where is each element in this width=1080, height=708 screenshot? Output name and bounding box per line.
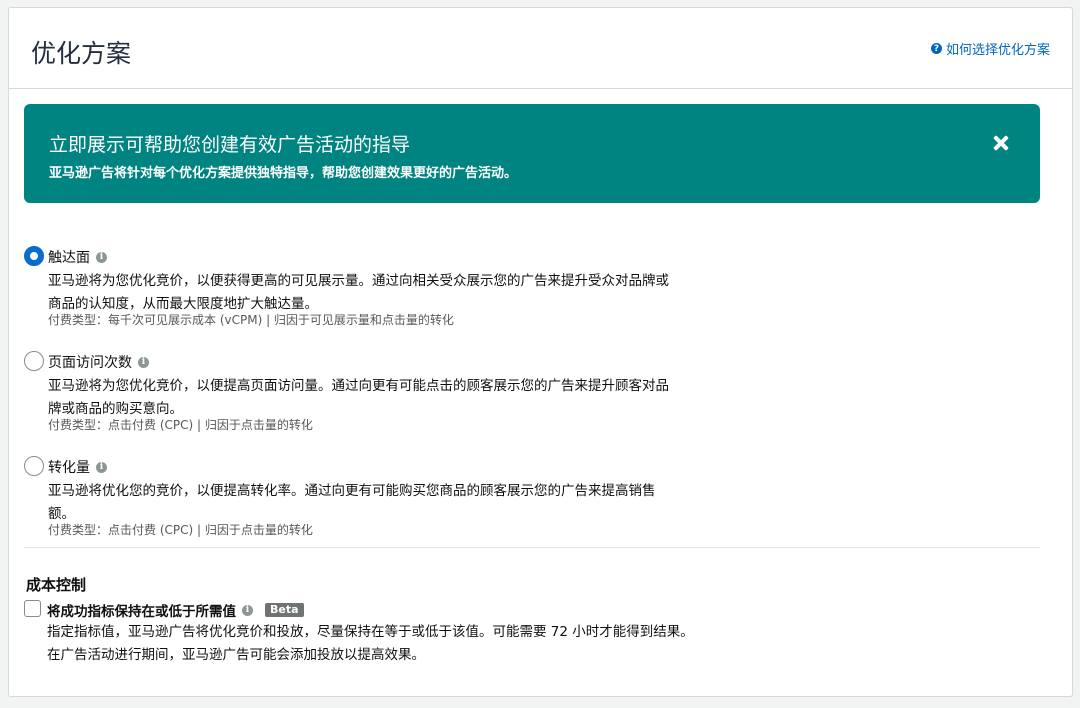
cost-control-title: 成本控制 (26, 576, 87, 594)
help-link-label: 如何选择优化方案 (945, 43, 1050, 58)
payment-type: 付费类型：每千次可见展示成本 (vCPM) | 归因于可见展示量和点击量的转化 (48, 313, 454, 327)
option-description: 亚马逊将为您优化竞价，以便获得更高的可见展示量。通过向相关受众展示您的广告来提升… (48, 270, 718, 316)
radio-page-visits[interactable] (24, 351, 44, 371)
desc-line: 亚马逊将为您优化竞价，以便提高页面访问量。通过向更有可能点击的顾客展示您的广告来… (48, 378, 669, 394)
desc-line: 在广告活动进行期间，亚马逊广告可能会添加投放以提高效果。 (47, 647, 425, 663)
option-title: 触达面 (48, 250, 90, 266)
payment-type: 付费类型：点击付费 (CPC) | 归因于点击量的转化 (48, 418, 313, 432)
page-title: 优化方案 (31, 39, 132, 68)
radio-conversions[interactable] (24, 456, 44, 476)
beta-badge: Beta (265, 603, 304, 617)
desc-line: 亚马逊将优化您的竞价，以便提高转化率。通过向更有可能购买您商品的顾客展示您的广告… (48, 483, 656, 499)
help-link[interactable]: ? 如何选择优化方案 (930, 39, 1050, 58)
payment-type: 付费类型：点击付费 (CPC) | 归因于点击量的转化 (48, 523, 313, 537)
option-title: 转化量 (48, 460, 90, 476)
guidance-banner: 立即展示可帮助您创建有效广告活动的指导 亚马逊广告将针对每个优化方案提供独特指导… (24, 104, 1040, 203)
info-icon[interactable]: i (96, 461, 107, 473)
question-circle-icon: ? (930, 43, 942, 54)
option-title: 页面访问次数 (48, 355, 132, 371)
info-icon[interactable]: i (96, 251, 107, 263)
desc-line: 指定指标值，亚马逊广告将优化竞价和投放，尽量保持在等于或低于该值。可能需要 72… (47, 624, 694, 640)
cost-control-label: 将成功指标保持在或低于所需值 i Beta (47, 600, 304, 620)
banner-subtitle: 亚马逊广告将针对每个优化方案提供独特指导，帮助您创建效果更好的广告活动。 (49, 166, 518, 181)
option-description: 亚马逊将为您优化竞价，以便提高页面访问量。通过向更有可能点击的顾客展示您的广告来… (48, 375, 718, 421)
info-icon[interactable]: i (138, 356, 149, 368)
banner-title: 立即展示可帮助您创建有效广告活动的指导 (49, 134, 411, 156)
info-icon[interactable]: i (242, 604, 253, 616)
desc-line: 亚马逊将为您优化竞价，以便获得更高的可见展示量。通过向相关受众展示您的广告来提升… (48, 273, 669, 289)
cost-control-description: 指定指标值，亚马逊广告将优化竞价和投放，尽量保持在等于或低于该值。可能需要 72… (47, 621, 807, 667)
close-icon[interactable] (992, 134, 1010, 152)
cost-control-checkbox[interactable] (24, 600, 41, 617)
divider (24, 547, 1040, 548)
checkbox-label: 将成功指标保持在或低于所需值 (47, 604, 236, 620)
card-header: 优化方案 ? 如何选择优化方案 (9, 8, 1072, 89)
radio-reach[interactable] (24, 246, 44, 266)
option-description: 亚马逊将优化您的竞价，以便提高转化率。通过向更有可能购买您商品的顾客展示您的广告… (48, 480, 718, 526)
